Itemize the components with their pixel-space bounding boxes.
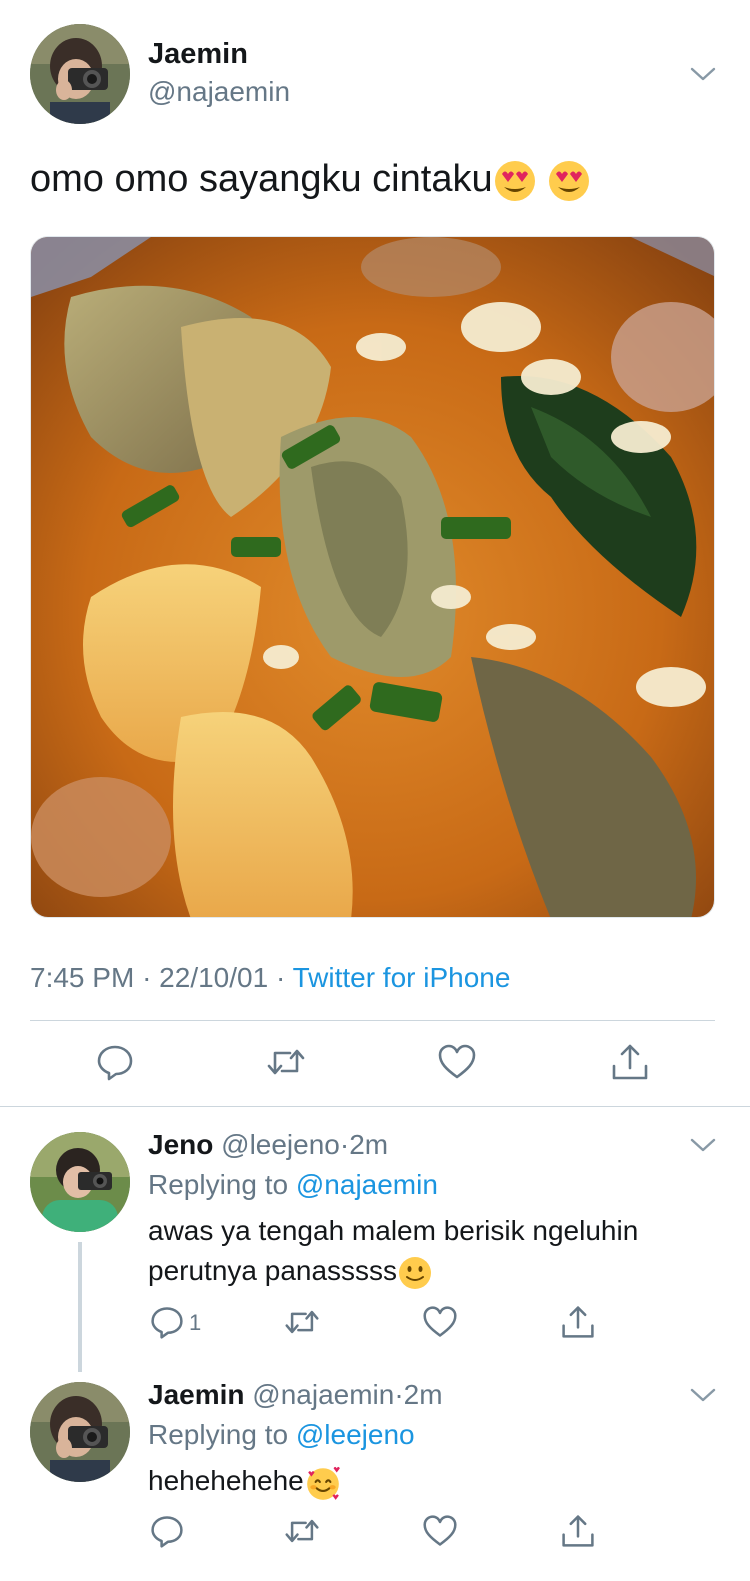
heart-icon[interactable] xyxy=(437,1042,477,1082)
heart-eyes-emoji-icon xyxy=(494,160,535,201)
reply-actions: 1 xyxy=(0,1304,750,1344)
meta-separator: · xyxy=(394,1379,404,1410)
chevron-down-icon[interactable] xyxy=(690,66,716,82)
replying-to-label: Replying to xyxy=(148,1169,289,1200)
reply-age: 2m xyxy=(349,1129,389,1160)
chevron-down-icon[interactable] xyxy=(690,1137,716,1153)
retweet-icon[interactable] xyxy=(266,1042,306,1082)
share-icon[interactable] xyxy=(560,1513,596,1549)
reply-tweet[interactable]: Jeno @leejeno·2m Replying to @najaemin a… xyxy=(0,1107,750,1377)
tweet-date[interactable]: 22/10/01 xyxy=(159,962,268,993)
reply-header: Jeno @leejeno·2m xyxy=(148,1129,388,1161)
reply-icon[interactable] xyxy=(149,1304,185,1340)
meta-separator: · xyxy=(275,962,286,993)
avatar-photo xyxy=(30,1382,130,1482)
smiling-face-with-hearts-emoji-icon xyxy=(306,1466,340,1500)
retweet-icon[interactable] xyxy=(284,1304,320,1340)
heart-eyes-emoji-icon xyxy=(549,160,590,201)
author-handle[interactable]: @najaemin xyxy=(148,76,290,108)
replying-to-link[interactable]: @najaemin xyxy=(296,1169,438,1200)
avatar-photo xyxy=(30,1132,130,1232)
share-icon[interactable] xyxy=(560,1304,596,1340)
share-icon[interactable] xyxy=(610,1042,650,1082)
author-name[interactable]: Jaemin xyxy=(148,38,248,71)
slight-smile-emoji-icon xyxy=(399,1256,432,1289)
heart-icon[interactable] xyxy=(422,1513,458,1549)
replying-to-link[interactable]: @leejeno xyxy=(296,1419,415,1450)
reply-text-line-wrap: perutnya panasssss xyxy=(148,1251,708,1291)
avatar[interactable] xyxy=(30,1132,130,1232)
reply-author-name[interactable]: Jeno xyxy=(148,1129,213,1160)
chevron-down-icon[interactable] xyxy=(690,1387,716,1403)
tweet-meta: 7:45 PM · 22/10/01 · Twitter for iPhone xyxy=(30,962,510,994)
replying-to: Replying to @leejeno xyxy=(148,1419,415,1451)
tweet-time[interactable]: 7:45 PM xyxy=(30,962,134,993)
reply-text-line: hehehehehe xyxy=(148,1465,304,1496)
reply-text-line: awas ya tengah malem berisik ngeluhin xyxy=(148,1215,639,1246)
meta-separator: · xyxy=(142,962,152,993)
reply-icon[interactable] xyxy=(149,1513,185,1549)
avatar-photo xyxy=(30,24,130,124)
reply-text-line-wrap: hehehehehe xyxy=(148,1461,708,1502)
reply-author-name[interactable]: Jaemin xyxy=(148,1379,245,1410)
tweet-photo[interactable] xyxy=(30,236,715,918)
reply-actions xyxy=(0,1513,750,1553)
reply-author-handle[interactable]: @najaemin xyxy=(252,1379,394,1410)
replying-to: Replying to @najaemin xyxy=(148,1169,438,1201)
reply-text: hehehehehe xyxy=(148,1461,708,1502)
reply-header: Jaemin @najaemin·2m xyxy=(148,1379,443,1411)
heart-icon[interactable] xyxy=(422,1304,458,1340)
reply-icon[interactable] xyxy=(95,1042,135,1082)
reply-tweet[interactable]: Jaemin @najaemin·2m Replying to @leejeno… xyxy=(0,1375,750,1581)
avatar[interactable] xyxy=(30,1382,130,1482)
avatar[interactable] xyxy=(30,24,130,124)
reply-text: awas ya tengah malem berisik ngeluhin pe… xyxy=(148,1211,708,1291)
tweet-actions xyxy=(0,1040,750,1086)
divider xyxy=(30,1020,715,1021)
reply-text-line: perutnya panasssss xyxy=(148,1255,398,1286)
meta-separator: · xyxy=(339,1129,350,1160)
food-photo xyxy=(31,237,714,917)
retweet-icon[interactable] xyxy=(284,1513,320,1549)
reply-age: 2m xyxy=(403,1379,443,1410)
tweet-source-link[interactable]: Twitter for iPhone xyxy=(293,962,511,993)
reply-count: 1 xyxy=(189,1310,202,1335)
reply-author-handle[interactable]: @leejeno xyxy=(221,1129,340,1160)
tweet-text: omo omo sayangku cintaku xyxy=(30,158,591,203)
replying-to-label: Replying to xyxy=(148,1419,289,1450)
tweet-text-content: omo omo sayangku cintaku xyxy=(30,158,493,200)
main-tweet: Jaemin @najaemin omo omo sayangku cintak… xyxy=(0,0,750,1115)
